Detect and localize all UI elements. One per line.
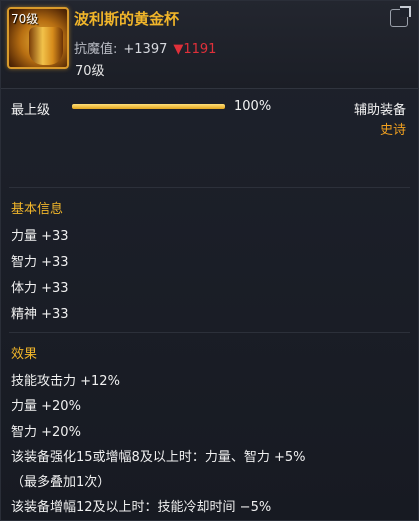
effect-line: 该装备强化15或增幅8及以上时：力量、智力 +5%	[11, 450, 306, 465]
upgrade-progress-bar	[72, 104, 225, 109]
magic-resist-row: 抗魔值: +1397 ▼1191	[74, 38, 216, 57]
rarity-label: 史诗	[379, 123, 406, 138]
magic-resist-change: ▼1191	[173, 42, 217, 57]
share-icon[interactable]	[390, 6, 411, 27]
upgrade-level-label: 最上级	[11, 103, 51, 118]
item-tooltip: 70级 波利斯的黄金杯 抗魔值: +1397 ▼1191 70级 最上级 100% …	[0, 0, 419, 521]
equipment-type: 辅助装备	[353, 103, 406, 118]
basic-stat-line: 智力 +33	[11, 255, 69, 270]
effect-line: 技能攻击力 +12%	[11, 374, 120, 389]
item-icon[interactable]: 70级	[7, 7, 69, 69]
effect-line: 力量 +20%	[11, 399, 81, 414]
effect-line: 智力 +20%	[11, 425, 81, 440]
effect-line: （最多叠加1次）	[11, 475, 111, 490]
equipment-cup-icon	[29, 27, 63, 65]
magic-resist-value: +1397	[123, 42, 168, 57]
divider	[9, 187, 410, 188]
item-name: 波利斯的黄金杯	[74, 10, 180, 28]
upgrade-progress-fill	[72, 104, 225, 109]
divider	[9, 332, 410, 333]
basic-stat-line: 精神 +33	[11, 307, 69, 322]
effects-title: 效果	[11, 347, 38, 362]
basic-stat-line: 力量 +33	[11, 229, 69, 244]
magic-resist-label: 抗魔值:	[74, 42, 118, 57]
item-level: 70级	[75, 64, 105, 79]
basic-stat-line: 体力 +33	[11, 281, 69, 296]
item-header: 70级 波利斯的黄金杯 抗魔值: +1397 ▼1191 70级	[1, 1, 418, 89]
basic-info-title: 基本信息	[11, 202, 64, 217]
effect-line: 该装备增幅12及以上时：技能冷却时间 −5%	[11, 500, 272, 515]
icon-level-badge: 70级	[11, 12, 39, 26]
upgrade-progress-percent: 100%	[234, 99, 272, 114]
